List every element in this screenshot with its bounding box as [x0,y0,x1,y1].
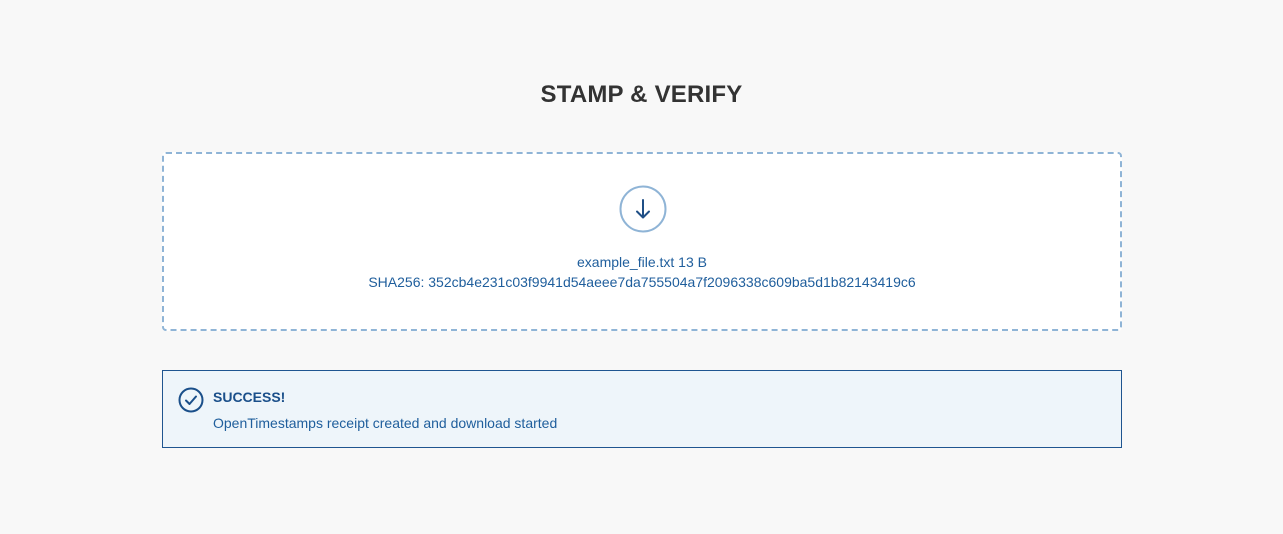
arrow-down-circle-icon[interactable] [619,185,667,233]
file-info: example_file.txt 13 B [577,254,707,270]
file-hash: SHA256: 352cb4e231c03f9941d54aeee7da7555… [368,274,916,290]
page-title: STAMP & VERIFY [540,81,743,108]
success-alert: SUCCESS! OpenTimestamps receipt created … [162,370,1122,448]
check-circle-icon [178,387,204,413]
alert-message: OpenTimestamps receipt created and downl… [213,415,558,431]
file-dropzone[interactable]: example_file.txt 13 B SHA256: 352cb4e231… [162,152,1122,331]
alert-title: SUCCESS! [213,389,286,405]
